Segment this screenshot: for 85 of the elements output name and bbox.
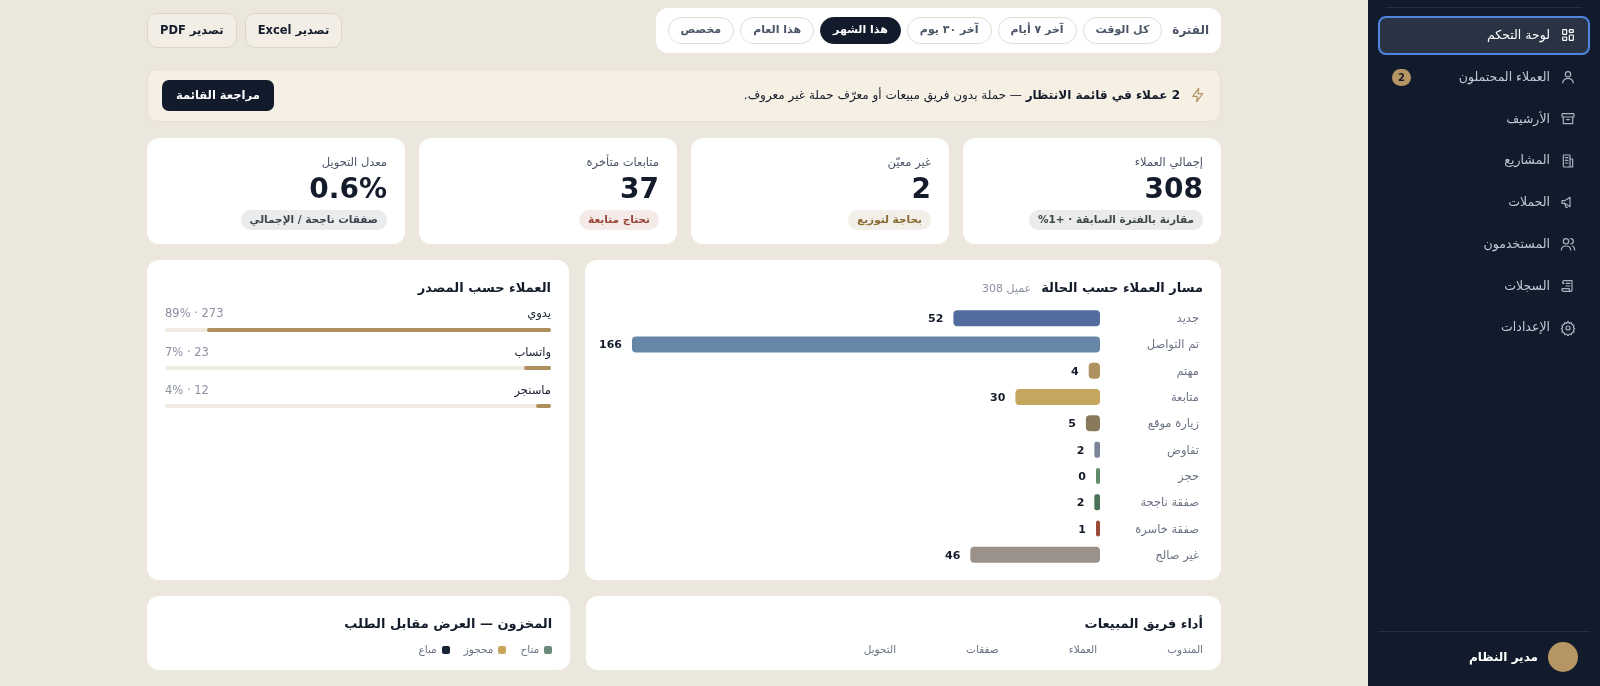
bar bbox=[1094, 494, 1100, 511]
stat-value: 0.6% bbox=[309, 171, 387, 206]
source-label: واتساب bbox=[514, 343, 551, 361]
sidebar-item[interactable]: لوحة التحكم bbox=[1378, 16, 1590, 55]
category-label: مهتم bbox=[1176, 364, 1199, 378]
settings-icon bbox=[1560, 319, 1576, 336]
value-label: 30 bbox=[990, 391, 1006, 405]
users-icon bbox=[1560, 236, 1576, 253]
grid-icon bbox=[1560, 27, 1576, 44]
building-icon bbox=[1560, 152, 1576, 169]
value-label: 52 bbox=[928, 312, 944, 326]
sidebar-item[interactable]: المشاريع bbox=[1378, 141, 1590, 180]
value-label: 4 bbox=[1071, 365, 1079, 378]
panel-title: مسار العملاء حسب الحالة bbox=[1041, 278, 1203, 297]
bar bbox=[1088, 363, 1100, 379]
stat-note: بحاجة لتوزيع bbox=[848, 210, 931, 230]
archive-icon bbox=[1560, 110, 1576, 127]
stat-label: متابعات متأخرة bbox=[586, 153, 659, 171]
category-label: حجز bbox=[1178, 469, 1199, 484]
category-label: متابعة bbox=[1170, 390, 1199, 405]
sidebar-item[interactable]: الإعدادات bbox=[1378, 308, 1590, 347]
source-reading: 23 · 7% bbox=[165, 343, 209, 361]
category-label: زيارة موقع bbox=[1147, 416, 1199, 431]
alert-text: 2 عملاء في قائمة الانتظار — حملة بدون فريق مبيعات أو معرّف حملة غير معروف. bbox=[743, 86, 1180, 105]
value-label: 0 bbox=[1078, 470, 1086, 484]
period-label: الفترة bbox=[1172, 22, 1209, 40]
stat-note: تحتاج متابعة bbox=[579, 210, 659, 230]
column-header: العملاء bbox=[1068, 641, 1098, 657]
category-label: صفقة خاسرة bbox=[1135, 521, 1199, 536]
value-label: 166 bbox=[599, 338, 622, 352]
stat-value: 37 bbox=[620, 171, 659, 206]
sidebar-item[interactable]: الأرشيف bbox=[1378, 99, 1590, 139]
bar bbox=[1094, 441, 1100, 458]
category-label: صفقة ناجحة bbox=[1140, 495, 1199, 510]
period-chip[interactable]: كل الوقت bbox=[1082, 17, 1163, 44]
value-label: 2 bbox=[1076, 443, 1085, 457]
value-label: 2 bbox=[1076, 496, 1085, 510]
period-chip[interactable]: هذا العام bbox=[740, 17, 815, 44]
column-header: التحويل bbox=[863, 641, 897, 658]
user-name: مدير النظام bbox=[1468, 649, 1538, 666]
bar bbox=[1096, 520, 1100, 537]
review-list-button[interactable]: مراجعة القائمة bbox=[162, 79, 274, 111]
lead-count: 308 عميل bbox=[982, 280, 1032, 297]
category-label: تفاوض bbox=[1167, 442, 1199, 457]
column-header: صفقات bbox=[966, 641, 999, 657]
category-label: جديد bbox=[1176, 311, 1199, 326]
stat-value: 2 bbox=[911, 171, 931, 206]
panel-title: العملاء حسب المصدر bbox=[417, 278, 551, 297]
stat-note: مقارنة بالفترة السابقة · +1% bbox=[1028, 210, 1203, 230]
bar bbox=[1085, 415, 1100, 432]
value-label: 5 bbox=[1068, 417, 1076, 431]
legend-label: محجوز bbox=[463, 641, 494, 658]
export-button[interactable]: تصدير PDF bbox=[147, 12, 237, 48]
source-label: ماسنجر bbox=[514, 381, 551, 399]
bar bbox=[1096, 468, 1100, 485]
value-label: 46 bbox=[945, 549, 961, 563]
export-button[interactable]: تصدير Excel bbox=[244, 12, 343, 48]
stat-value: 308 bbox=[1144, 171, 1203, 206]
stat-label: إجمالي العملاء bbox=[1134, 153, 1203, 171]
value-label: 1 bbox=[1078, 522, 1086, 536]
source-reading: 273 · 89% bbox=[165, 305, 224, 323]
sidebar-item[interactable]: السجلات bbox=[1378, 266, 1590, 306]
user-icon bbox=[1560, 69, 1576, 86]
stat-label: معدل التحويل bbox=[321, 153, 387, 171]
scroll-icon bbox=[1560, 277, 1576, 294]
category-label: غير صالح bbox=[1155, 548, 1199, 563]
category-label: تم التواصل bbox=[1146, 337, 1199, 352]
avatar-circle bbox=[1548, 642, 1578, 672]
source-label: يدوي bbox=[527, 305, 551, 323]
legend-label: مباع bbox=[418, 641, 437, 658]
sidebar-item[interactable]: الحملات bbox=[1378, 183, 1590, 222]
period-chip[interactable]: مخصص bbox=[667, 17, 735, 44]
source-reading: 12 · 4% bbox=[165, 381, 209, 399]
sidebar-item[interactable]: المستخدمون bbox=[1378, 224, 1590, 264]
column-header: المندوب bbox=[1167, 641, 1203, 658]
legend-label: متاح bbox=[520, 641, 540, 658]
lightning-icon bbox=[1190, 87, 1206, 104]
count-badge: 2 bbox=[1392, 68, 1411, 86]
period-chip[interactable]: هذا الشهر bbox=[820, 17, 901, 44]
period-chip[interactable]: آخر ٣٠ يوم bbox=[906, 17, 992, 44]
stat-label: غير معيّن bbox=[887, 153, 931, 171]
period-chip[interactable]: آخر ٧ أيام bbox=[997, 17, 1077, 44]
stat-note: صفقات ناجحة / الإجمالي bbox=[240, 210, 387, 230]
panel-title: أداء فريق المبيعات bbox=[1084, 614, 1203, 634]
panel-title: المخزون — العرض مقابل الطلب bbox=[344, 615, 553, 634]
